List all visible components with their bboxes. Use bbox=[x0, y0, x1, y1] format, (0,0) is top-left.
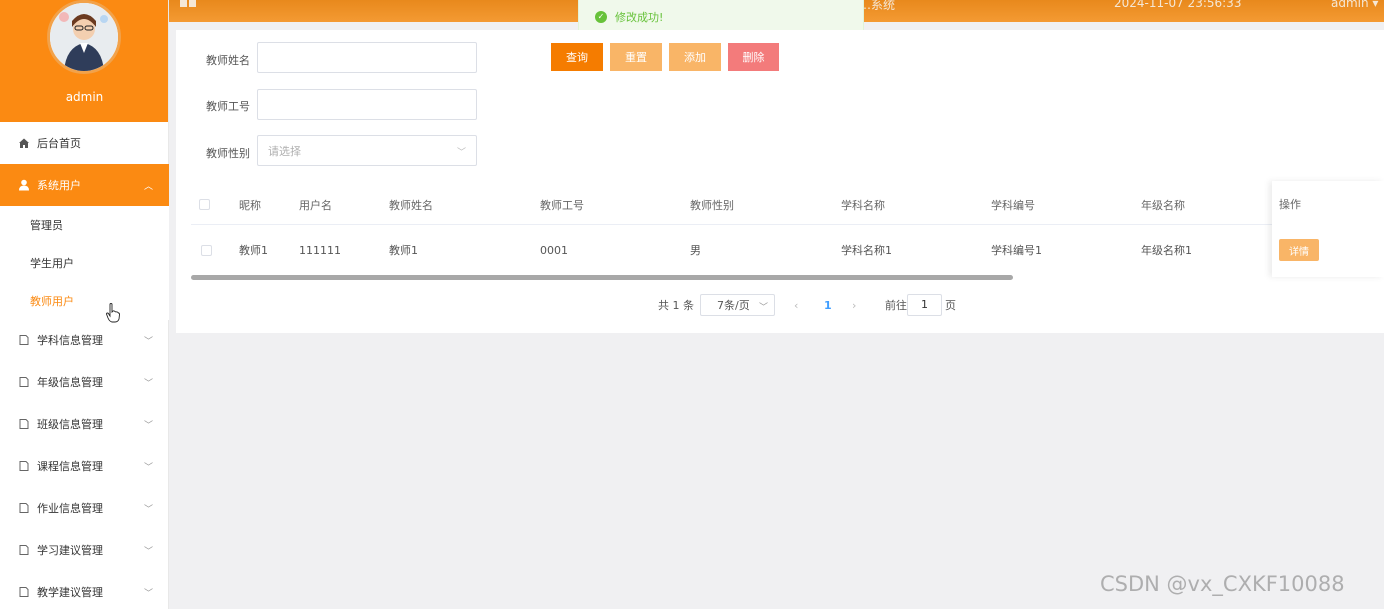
column-header: 学科名称 bbox=[841, 198, 885, 212]
query-button[interactable]: 查询 bbox=[551, 43, 603, 71]
cell-nickname: 教师1 bbox=[239, 244, 268, 257]
hand-cursor-icon bbox=[106, 303, 120, 323]
cell-grade-name: 年级名称1 bbox=[1141, 244, 1192, 257]
user-menu[interactable]: admin ▾ bbox=[1331, 0, 1378, 10]
cell-gender: 男 bbox=[690, 244, 701, 257]
operation-column: 操作 详情 bbox=[1272, 181, 1384, 277]
avatar[interactable] bbox=[47, 0, 121, 74]
sidebar-item-label: 年级信息管理 bbox=[37, 376, 103, 389]
page-size-select[interactable]: 7条/页 ﹀ bbox=[700, 294, 775, 316]
sidebar-item-label: 系统用户 bbox=[37, 179, 81, 192]
cell-subject-no: 学科编号1 bbox=[991, 244, 1042, 257]
page-suffix: 页 bbox=[945, 299, 956, 312]
check-circle-icon: ✓ bbox=[595, 10, 607, 23]
sidebar-item-home[interactable]: 后台首页 bbox=[0, 122, 169, 164]
success-toast: ✓ 修改成功! bbox=[578, 0, 864, 34]
column-header: 年级名称 bbox=[1141, 198, 1185, 212]
reset-button[interactable]: 重置 bbox=[610, 43, 662, 71]
chevron-down-icon: ﹀ bbox=[143, 379, 153, 389]
menu-toggle-icon[interactable] bbox=[179, 0, 197, 8]
system-title: …系统 bbox=[859, 0, 896, 12]
sidebar-item-subject-management[interactable]: 学科信息管理 ﹀ bbox=[0, 319, 169, 361]
sidebar-item-label: 作业信息管理 bbox=[37, 502, 103, 515]
column-header: 学科编号 bbox=[991, 198, 1035, 212]
sidebar-item-label: 后台首页 bbox=[37, 137, 81, 150]
chevron-down-icon: ﹀ bbox=[143, 337, 153, 347]
avatar-image bbox=[50, 3, 118, 71]
cell-teacher-name: 教师1 bbox=[389, 244, 418, 257]
sidebar-item-label: 教学建议管理 bbox=[37, 586, 103, 599]
chevron-up-icon: ︿ bbox=[143, 182, 153, 192]
teacher-no-label: 教师工号 bbox=[206, 100, 250, 113]
teacher-name-input[interactable] bbox=[257, 42, 477, 73]
main-panel: 教师姓名 教师工号 教师性别 请选择 ﹀ 查询 重置 添加 删除 昵称 用户名 … bbox=[176, 30, 1384, 333]
chevron-down-icon: ﹀ bbox=[143, 421, 153, 431]
sidebar-item-label: 学习建议管理 bbox=[37, 544, 103, 557]
document-icon bbox=[18, 460, 30, 472]
sidebar-item-system-users[interactable]: 系统用户 ︿ bbox=[0, 164, 169, 206]
document-icon bbox=[18, 376, 30, 388]
cell-teacher-no: 0001 bbox=[540, 243, 568, 257]
select-placeholder: 请选择 bbox=[268, 144, 301, 158]
column-header: 昵称 bbox=[239, 198, 261, 212]
prev-page-icon[interactable]: ‹ bbox=[794, 294, 798, 316]
detail-button[interactable]: 详情 bbox=[1279, 239, 1319, 261]
table-header: 昵称 用户名 教师姓名 教师工号 教师性别 学科名称 学科编号 年级名称 bbox=[191, 185, 1384, 225]
sidebar-item-class-management[interactable]: 班级信息管理 ﹀ bbox=[0, 403, 169, 445]
document-icon bbox=[18, 418, 30, 430]
chevron-down-icon: ﹀ bbox=[143, 547, 153, 557]
horizontal-scrollbar[interactable] bbox=[191, 275, 1013, 280]
watermark: CSDN @vx_CXKF10088 bbox=[1100, 572, 1345, 596]
chevron-down-icon: ﹀ bbox=[143, 463, 153, 473]
document-icon bbox=[18, 502, 30, 514]
cell-username: 111111 bbox=[299, 243, 341, 257]
profile-header: admin bbox=[0, 0, 168, 122]
sidebar-item-homework-management[interactable]: 作业信息管理 ﹀ bbox=[0, 487, 169, 529]
sidebar-item-label: 学科信息管理 bbox=[37, 334, 103, 347]
chevron-down-icon: ﹀ bbox=[758, 303, 768, 313]
column-header: 教师姓名 bbox=[389, 198, 433, 212]
cell-subject-name: 学科名称1 bbox=[841, 244, 892, 257]
delete-button[interactable]: 删除 bbox=[728, 43, 779, 71]
column-header: 教师工号 bbox=[540, 198, 584, 212]
column-header: 用户名 bbox=[299, 198, 332, 212]
sidebar-item-label: 班级信息管理 bbox=[37, 418, 103, 431]
sidebar-subitem-student-users[interactable]: 学生用户 bbox=[0, 244, 169, 282]
home-icon bbox=[18, 137, 30, 149]
goto-page-input[interactable]: 1 bbox=[907, 294, 942, 316]
sidebar-subitem-teacher-users[interactable]: 教师用户 bbox=[0, 282, 169, 320]
chevron-down-icon: ﹀ bbox=[456, 148, 466, 158]
select-all-checkbox[interactable] bbox=[199, 199, 210, 210]
teacher-gender-label: 教师性别 bbox=[206, 147, 250, 160]
add-button[interactable]: 添加 bbox=[669, 43, 721, 71]
column-header: 操作 bbox=[1279, 198, 1301, 211]
pagination-total: 共 1 条 bbox=[658, 299, 694, 312]
row-checkbox[interactable] bbox=[201, 244, 212, 256]
user-icon bbox=[18, 179, 30, 191]
sidebar-item-grade-management[interactable]: 年级信息管理 ﹀ bbox=[0, 361, 169, 403]
sidebar-item-course-management[interactable]: 课程信息管理 ﹀ bbox=[0, 445, 169, 487]
teacher-no-input[interactable] bbox=[257, 89, 477, 120]
column-header: 教师性别 bbox=[690, 198, 734, 212]
datetime: 2024-11-07 23:56:33 bbox=[1114, 0, 1242, 10]
table-row: 教师1 111111 教师1 0001 男 学科名称1 学科编号1 年级名称1 bbox=[191, 227, 1384, 273]
current-page[interactable]: 1 bbox=[824, 294, 832, 316]
profile-username: admin bbox=[65, 90, 104, 104]
sidebar-item-teaching-advice-management[interactable]: 教学建议管理 ﹀ bbox=[0, 571, 169, 609]
teacher-gender-select[interactable]: 请选择 ﹀ bbox=[257, 135, 477, 166]
toast-message: 修改成功! bbox=[615, 10, 664, 24]
next-page-icon[interactable]: › bbox=[852, 294, 856, 316]
document-icon bbox=[18, 586, 30, 598]
chevron-down-icon: ﹀ bbox=[143, 505, 153, 515]
sidebar: admin 后台首页 系统用户 ︿ 管理员 学生用户 教师用户 学科信息管理 ﹀… bbox=[0, 0, 169, 609]
goto-label: 前往 bbox=[885, 299, 907, 312]
sidebar-item-label: 课程信息管理 bbox=[37, 460, 103, 473]
sidebar-item-study-advice-management[interactable]: 学习建议管理 ﹀ bbox=[0, 529, 169, 571]
sidebar-subitem-admin[interactable]: 管理员 bbox=[0, 206, 169, 244]
teacher-name-label: 教师姓名 bbox=[206, 54, 250, 67]
chevron-down-icon: ﹀ bbox=[143, 589, 153, 599]
document-icon bbox=[18, 334, 30, 346]
document-icon bbox=[18, 544, 30, 556]
